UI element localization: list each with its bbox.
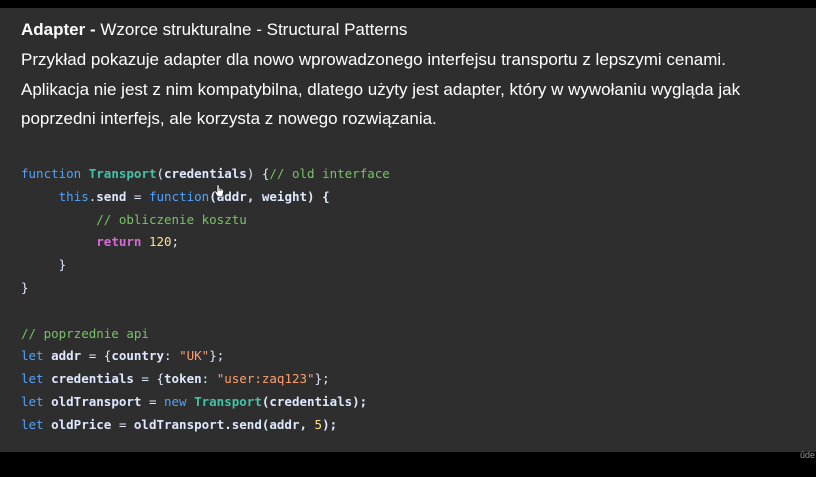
function-name: Transport: [88, 166, 157, 181]
identifier: country: [111, 348, 165, 364]
identifier: send: [96, 188, 127, 204]
number-literal: 5: [314, 416, 323, 432]
punct: :: [164, 348, 180, 364]
code-line: this.send = function(addr, weight) {: [21, 186, 390, 209]
identifier: oldTransport: [51, 393, 142, 409]
description: Przykład pokazuje adapter dla nowo wprow…: [21, 45, 811, 134]
slide-content: Adapter - Wzorce strukturalne - Structur…: [0, 8, 816, 452]
code-line: // obliczenie kosztu: [21, 209, 390, 232]
code-block: function Transport(credentials) {// old …: [21, 163, 390, 437]
keyword: let: [21, 348, 44, 364]
code-line: }: [21, 277, 390, 300]
code-line: return 120;: [21, 231, 390, 254]
keyword: let: [21, 371, 44, 387]
identifier: (credentials);: [261, 393, 368, 409]
identifier: credentials: [164, 166, 247, 181]
punct: }: [58, 257, 67, 273]
code-line: }: [21, 254, 390, 277]
keyword: function: [21, 166, 82, 181]
punct: };: [314, 371, 330, 387]
identifier: (addr,: [261, 416, 315, 432]
number-literal: 120: [148, 234, 172, 250]
code-line: let addr = {country: "UK"};: [21, 345, 390, 368]
keyword: let: [21, 393, 44, 409]
code-comment: // poprzednie api: [21, 325, 149, 341]
punct: = {: [81, 348, 112, 364]
string-literal: "user:zaq123": [216, 371, 315, 387]
identifier: credentials: [51, 371, 134, 387]
identifier: oldPrice: [51, 416, 112, 432]
punct: ) {: [246, 166, 270, 181]
punct: = {: [133, 371, 165, 387]
hand-cursor-icon: [214, 184, 224, 197]
identifier: (addr, weight) {: [209, 188, 330, 204]
description-line: Aplikacja nie jest z nim kompatybilna, d…: [21, 79, 741, 99]
keyword: return: [96, 234, 142, 250]
title-bold: Adapter -: [21, 20, 96, 39]
keyword: let: [21, 416, 44, 432]
keyword: function: [148, 188, 210, 204]
function-name: Transport: [194, 393, 262, 409]
punct: =: [126, 188, 149, 204]
identifier: addr: [51, 348, 82, 364]
watermark-logo: ûde: [799, 450, 815, 460]
punct: };: [209, 348, 225, 364]
punct: =: [141, 393, 164, 409]
keyword: this: [58, 188, 89, 204]
code-line: let oldPrice = oldTransport.send(addr, 5…: [21, 414, 390, 437]
code-line: let credentials = {token: "user:zaq123"}…: [21, 368, 390, 391]
page-title: Adapter - Wzorce strukturalne - Structur…: [21, 20, 407, 40]
code-line: let oldTransport = new Transport(credent…: [21, 391, 390, 414]
punct: }: [21, 279, 29, 295]
code-line: // poprzednie api: [21, 323, 390, 346]
string-literal: "UK": [179, 348, 210, 364]
title-subtitle: Wzorce strukturalne - Structural Pattern…: [95, 20, 408, 39]
description-line: poprzedni interfejs, ale korzysta z nowe…: [21, 109, 437, 128]
identifier: oldTransport.send: [133, 416, 262, 432]
identifier: token: [164, 371, 202, 387]
code-comment: // old interface: [269, 166, 390, 181]
punct: ;: [171, 234, 180, 250]
keyword: new: [164, 393, 187, 409]
punct: );: [322, 416, 338, 432]
code-comment: // obliczenie kosztu: [96, 211, 247, 227]
code-line: function Transport(credentials) {// old …: [21, 163, 390, 186]
punct: =: [111, 416, 134, 432]
punct: (: [156, 166, 165, 181]
punct: :: [201, 371, 217, 387]
description-line: Przykład pokazuje adapter dla nowo wprow…: [21, 50, 726, 69]
